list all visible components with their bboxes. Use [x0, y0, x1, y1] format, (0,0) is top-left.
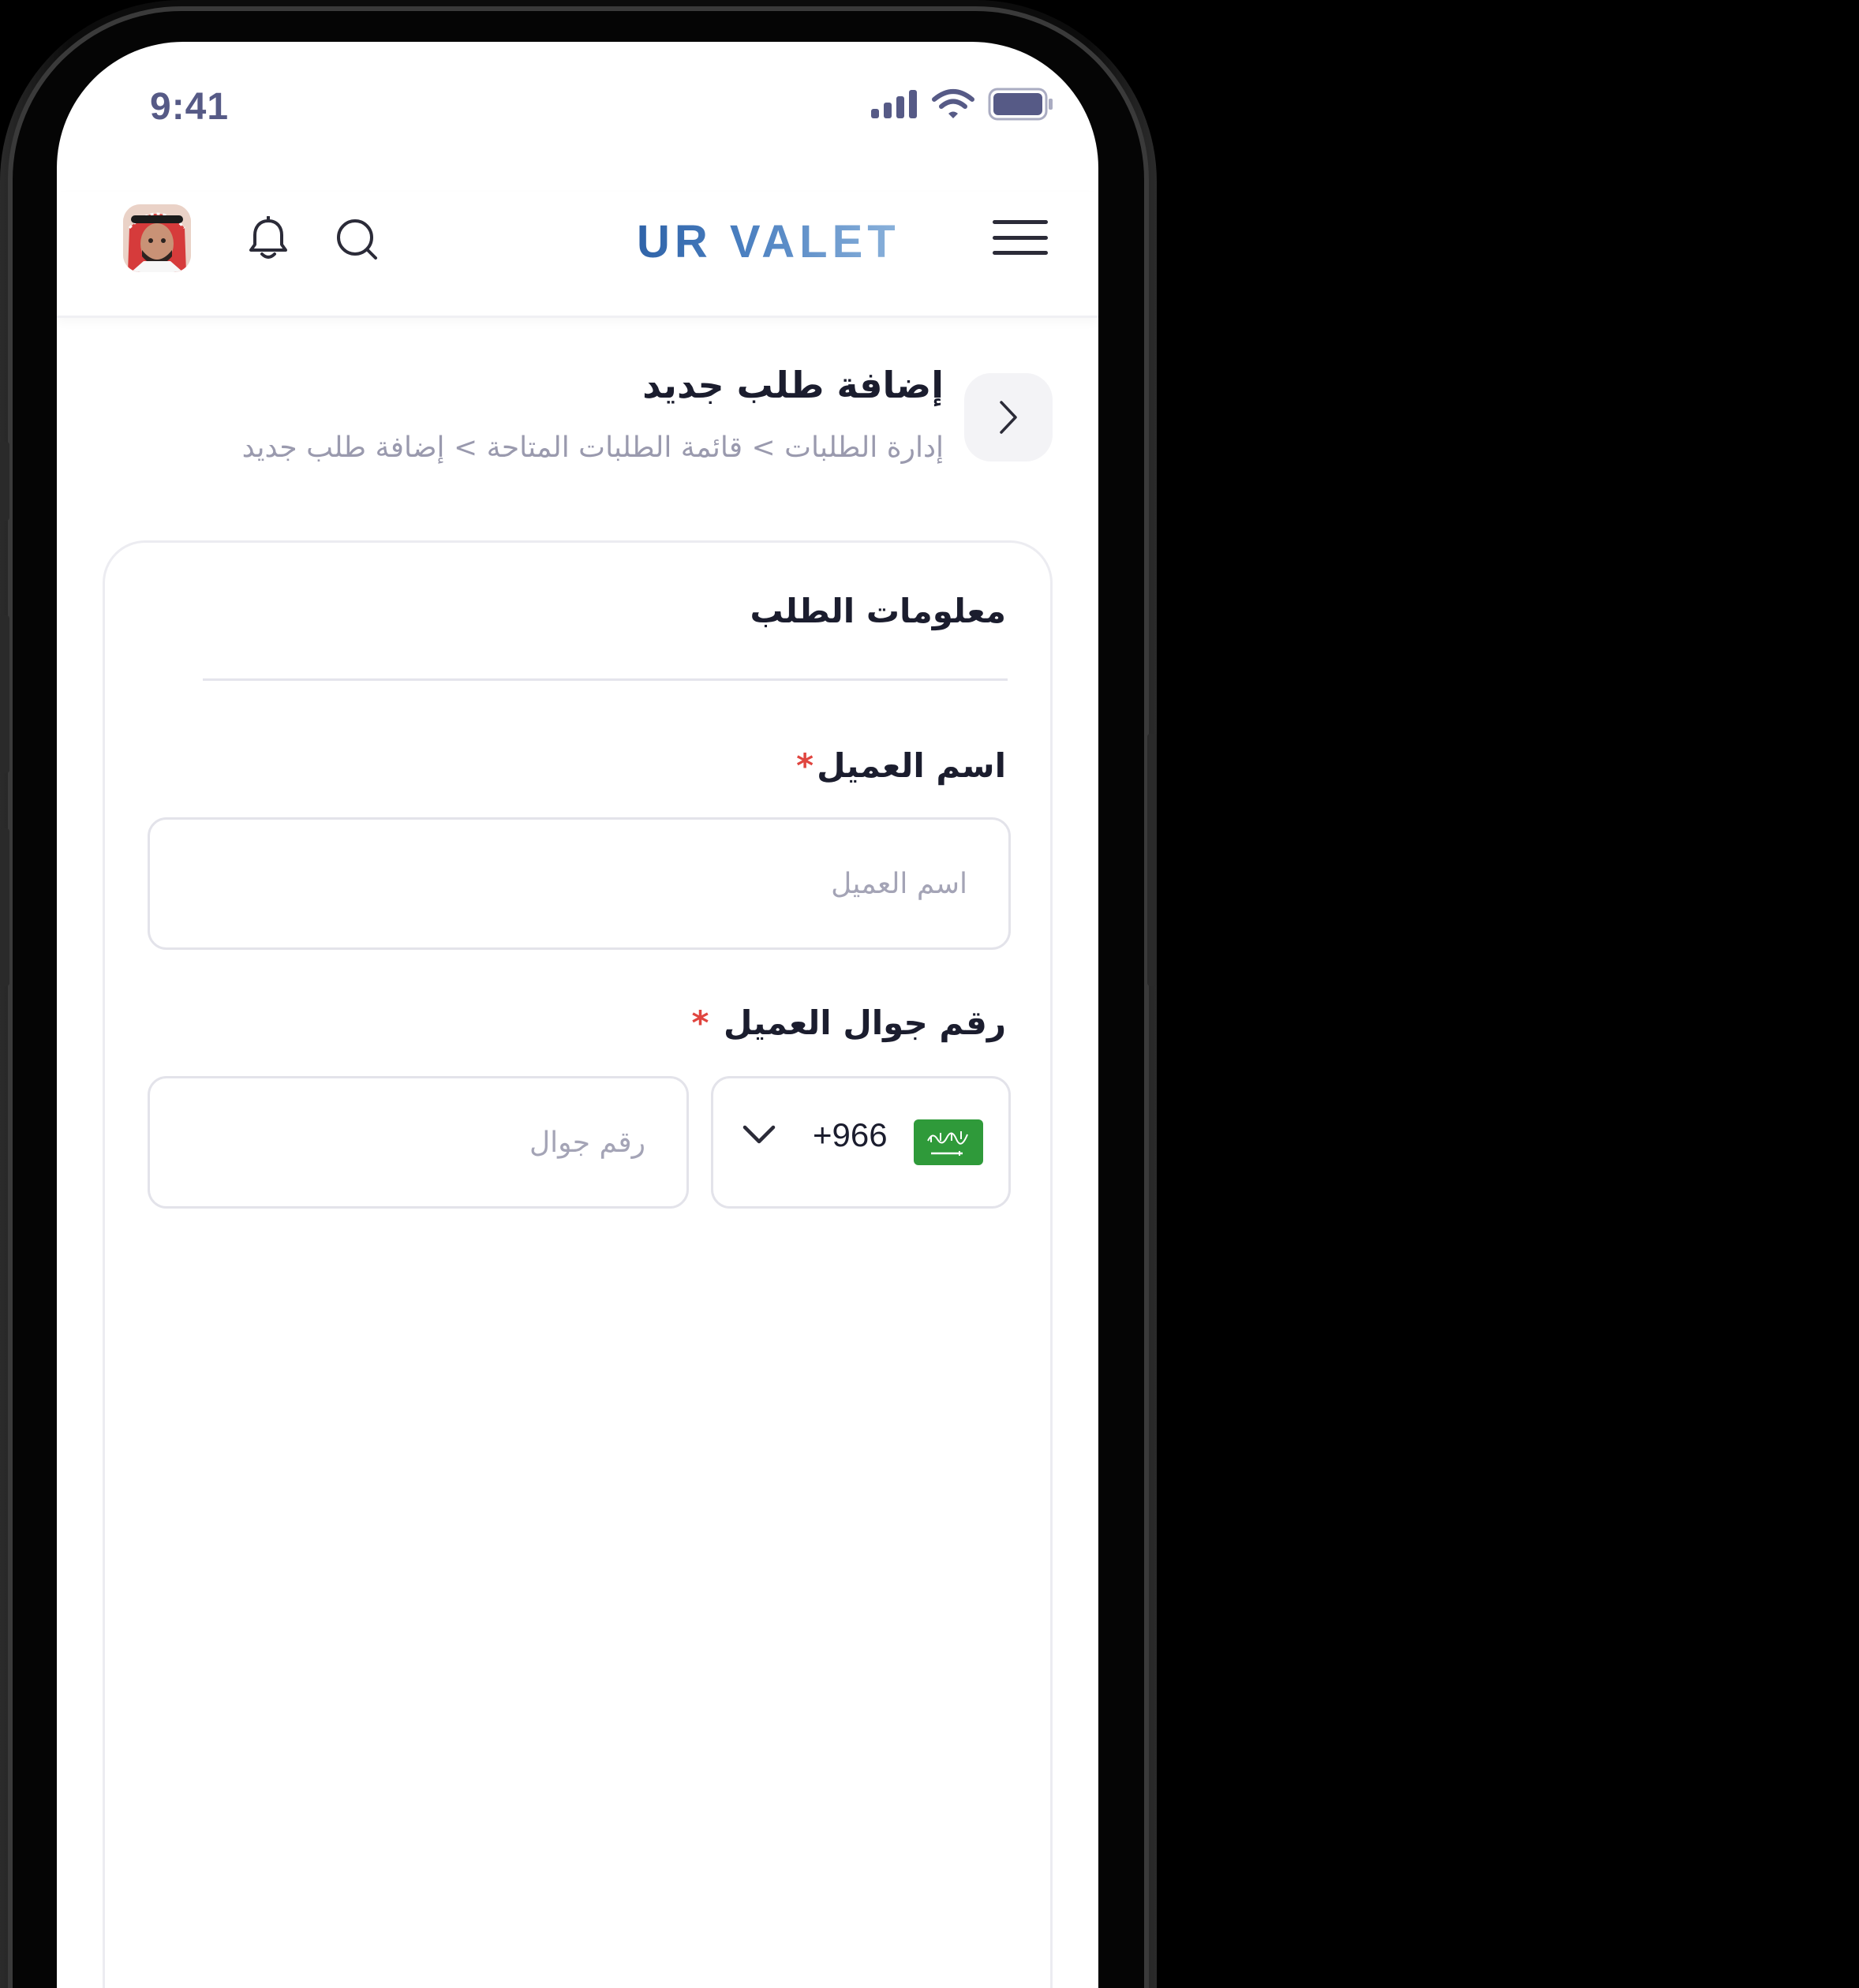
chevron-down-icon: [742, 1125, 776, 1144]
bell-icon: [249, 216, 287, 259]
search-icon: [337, 219, 377, 260]
customer-name-label-text: اسم العميل: [817, 746, 1006, 785]
phone-number-input[interactable]: [150, 1078, 686, 1206]
wifi-icon: [932, 89, 974, 118]
search-button[interactable]: [333, 215, 380, 263]
page-title: إضافة طلب جديد: [642, 364, 944, 406]
cellular-signal-icon: [871, 90, 917, 118]
mute-switch: [0, 828, 9, 986]
app-screen: 9:41 UR VALET إضافة طلب جديد إدارة الطلب…: [57, 42, 1098, 1988]
customer-name-input[interactable]: [150, 820, 1008, 947]
hamburger-menu-icon[interactable]: [993, 220, 1048, 255]
battery-icon: [988, 88, 1053, 121]
phone-number-field[interactable]: [148, 1076, 689, 1209]
volume-down-button: [0, 615, 9, 773]
phone-frame: 9:41 UR VALET إضافة طلب جديد إدارة الطلب…: [0, 0, 1157, 1988]
country-code-select[interactable]: +966: [711, 1076, 1011, 1209]
brand-logo: UR VALET: [637, 216, 900, 267]
status-time: 9:41: [150, 86, 230, 128]
user-avatar[interactable]: [123, 204, 191, 272]
required-mark: *: [691, 1003, 709, 1042]
customer-phone-label-text: رقم جوال العميل: [724, 1003, 1006, 1042]
required-mark: *: [796, 746, 814, 785]
notifications-button[interactable]: [245, 215, 292, 263]
customer-name-field[interactable]: [148, 817, 1011, 950]
chevron-right-icon: [1000, 401, 1017, 434]
customer-name-label: اسم العميل*: [796, 746, 1006, 785]
breadcrumb: إدارة الطلبات > قائمة الطلبات المتاحة > …: [241, 432, 944, 464]
back-button[interactable]: [964, 373, 1053, 462]
saudi-arabia-flag-icon: [914, 1119, 983, 1165]
power-button: [1147, 734, 1157, 986]
customer-phone-label: رقم جوال العميل *: [691, 1003, 1006, 1042]
avatar-image: [123, 204, 191, 272]
flag-inscription: [927, 1131, 968, 1145]
section-divider: [203, 678, 1008, 681]
status-icons: [870, 88, 1054, 121]
section-title: معلومات الطلب: [750, 592, 1006, 630]
volume-up-button: [0, 442, 9, 521]
order-info-card: معلومات الطلب اسم العميل* رقم جوال العمي…: [103, 540, 1053, 1988]
app-header: UR VALET: [57, 192, 1098, 318]
flag-sword: [931, 1151, 963, 1156]
dial-code: +966: [813, 1116, 888, 1153]
